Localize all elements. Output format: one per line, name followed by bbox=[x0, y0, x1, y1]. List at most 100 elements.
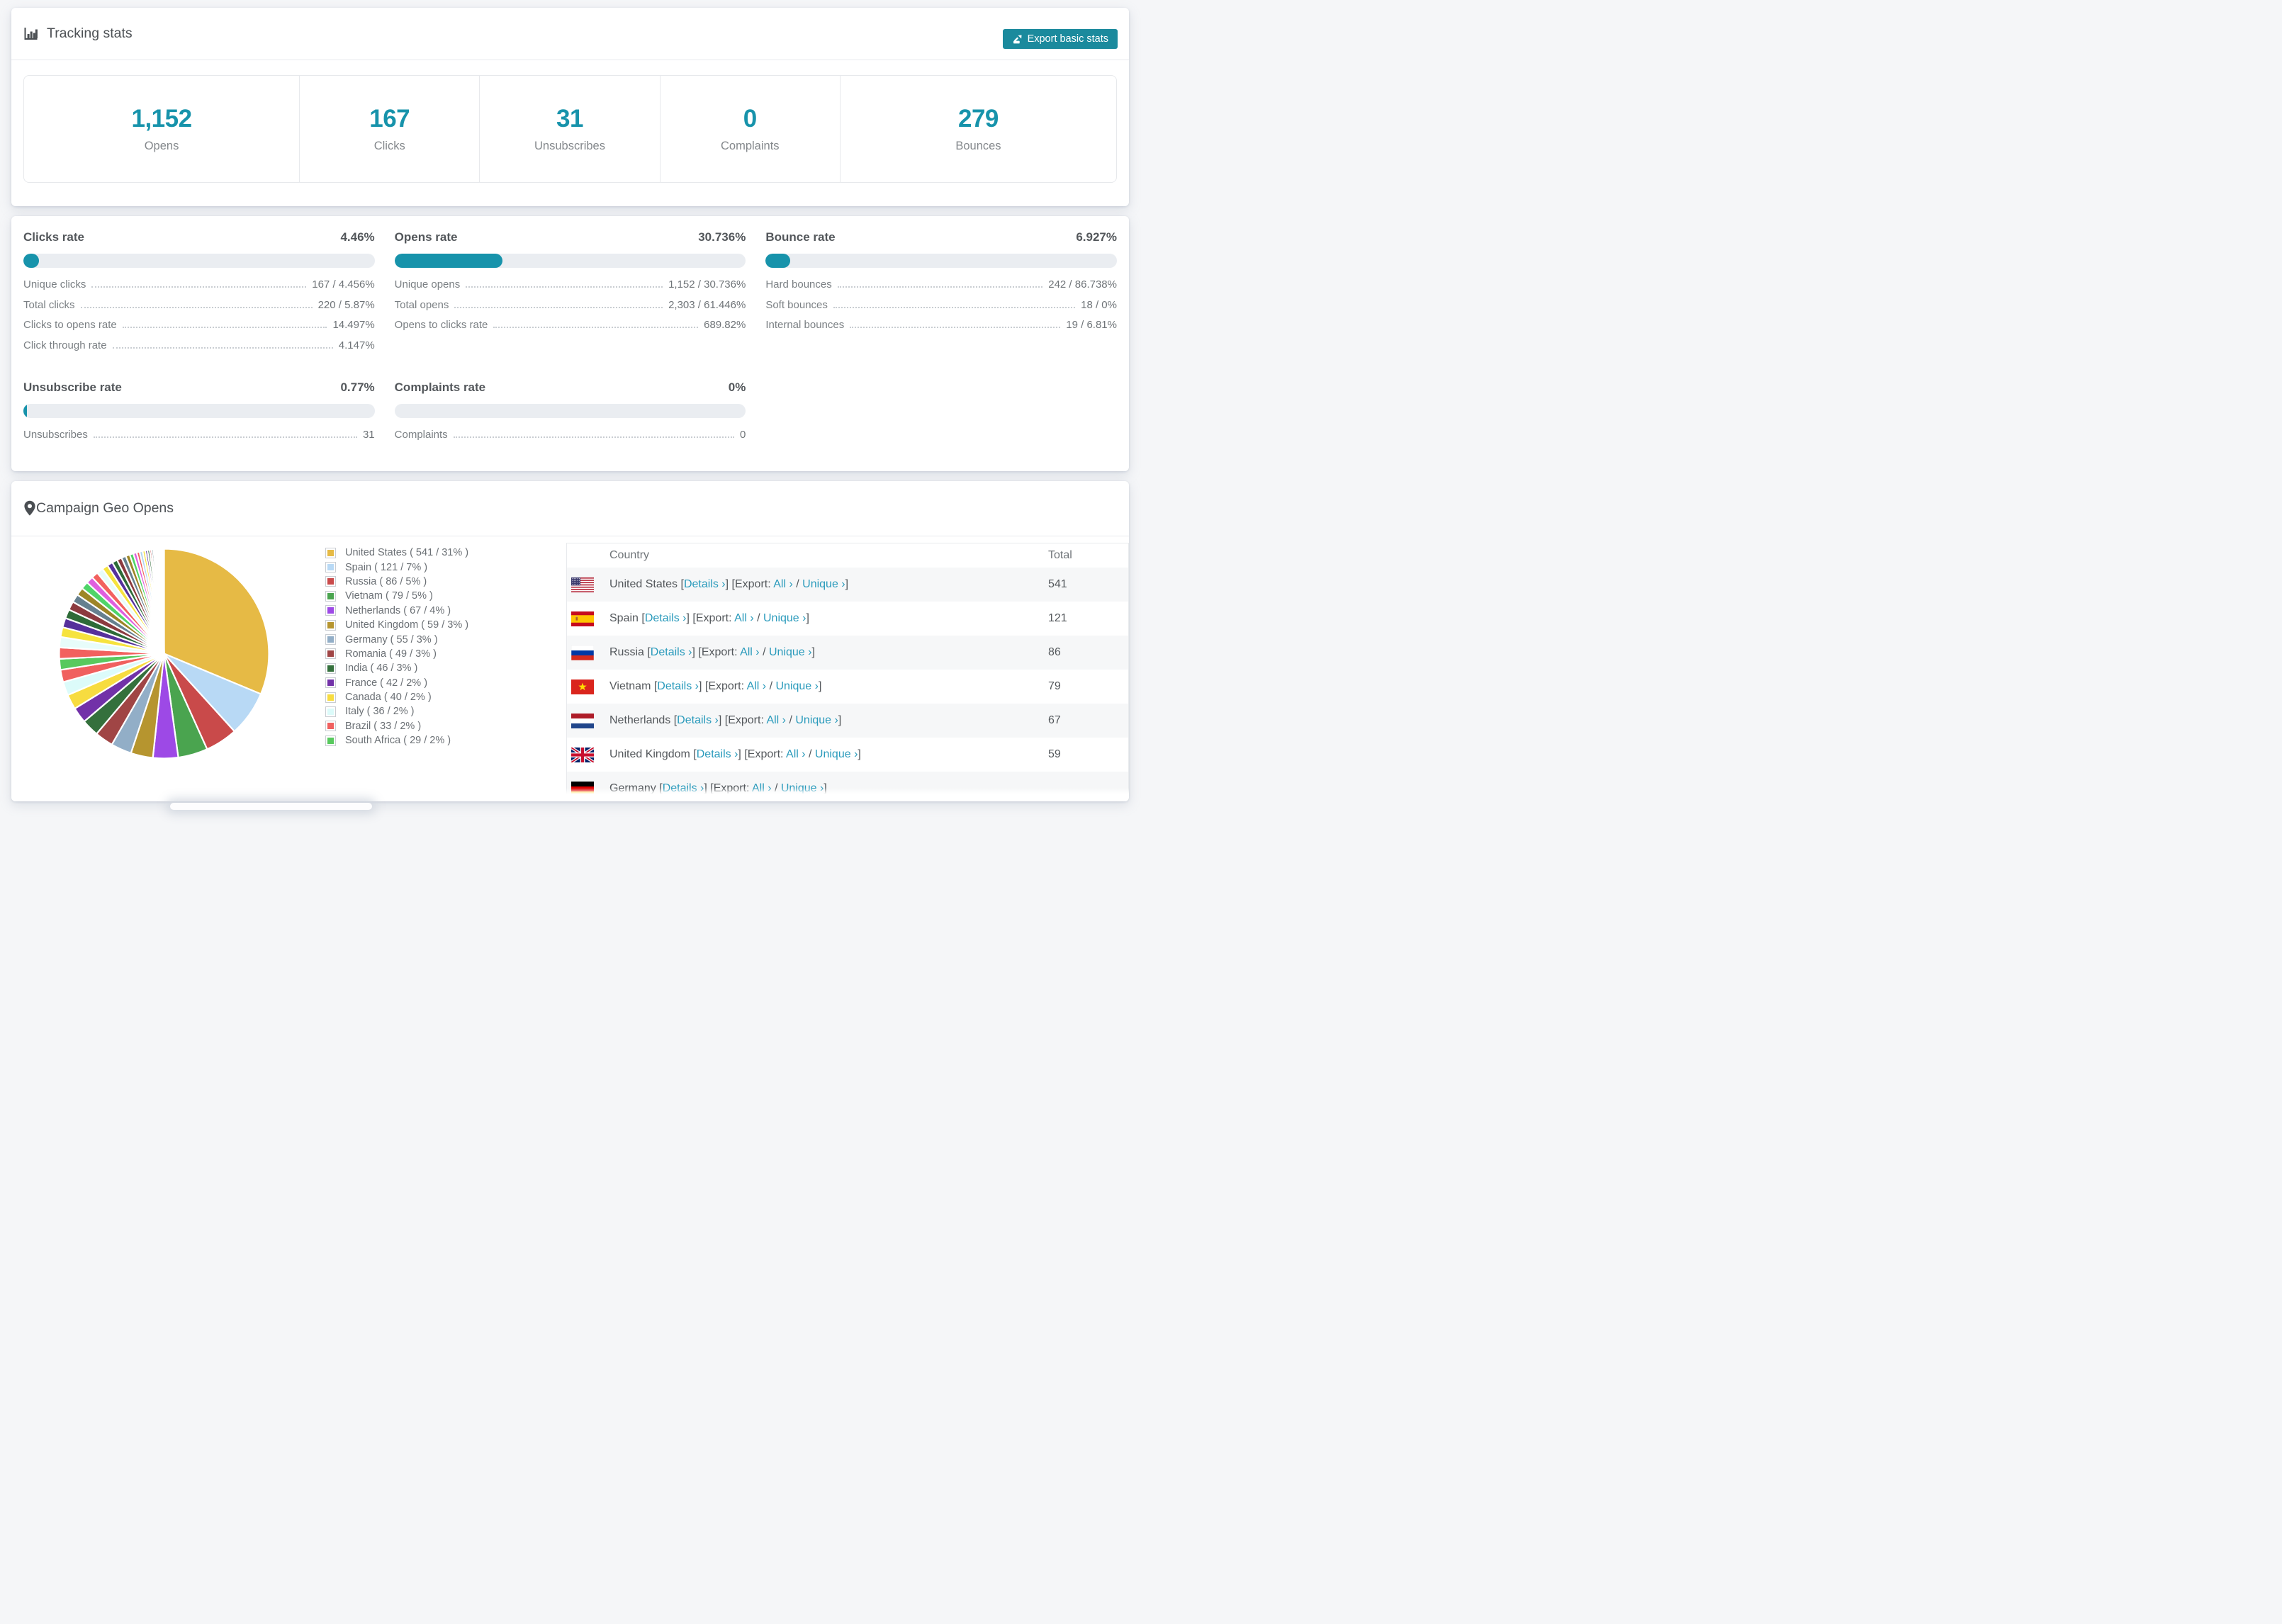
geo-table: Country Total United States [Details ›] [E… bbox=[566, 543, 1129, 801]
stat-label: Bounces bbox=[955, 140, 1001, 152]
details-link[interactable]: Details › bbox=[677, 714, 719, 726]
rate-line-value: 31 bbox=[362, 429, 375, 441]
legend-label: South Africa ( 29 / 2% ) bbox=[345, 735, 451, 747]
export-prefix: Export: bbox=[728, 714, 764, 726]
legend-item-france: France ( 42 / 2% ) bbox=[325, 676, 566, 690]
legend-item-russia: Russia ( 86 / 5% ) bbox=[325, 575, 566, 589]
legend-swatch bbox=[325, 706, 336, 717]
details-link[interactable]: Details › bbox=[651, 646, 692, 658]
rate-block-unsubscribe-rate: Unsubscribe rate 0.77% Unsubscribes 31 bbox=[23, 380, 375, 449]
export-all-link[interactable]: All › bbox=[747, 680, 767, 692]
export-unique-link[interactable]: Unique › bbox=[802, 578, 845, 590]
legend-swatch bbox=[325, 721, 336, 732]
legend-swatch bbox=[325, 634, 336, 645]
legend-swatch bbox=[325, 547, 336, 558]
rate-line-label: Hard bounces bbox=[765, 278, 832, 291]
export-all-link[interactable]: All › bbox=[766, 714, 786, 726]
legend-swatch bbox=[325, 605, 336, 616]
dotted-leader bbox=[837, 286, 1043, 288]
geo-row-vietnam: Vietnam [Details ›] [Export: All › / Uni… bbox=[567, 670, 1128, 704]
rate-line-value: 167 / 4.456% bbox=[312, 278, 375, 291]
rate-title: Unsubscribe rate bbox=[23, 380, 122, 394]
legend-swatch bbox=[325, 692, 336, 703]
stat-label: Unsubscribes bbox=[534, 140, 605, 152]
dotted-leader bbox=[122, 327, 327, 328]
rate-line-label: Unique opens bbox=[394, 278, 461, 291]
country-total: 67 bbox=[1048, 714, 1061, 726]
rate-line-total-clicks: Total clicks 220 / 5.87% bbox=[23, 299, 375, 320]
stat-opens: 1,152 Opens bbox=[24, 76, 300, 182]
rate-title: Clicks rate bbox=[23, 230, 84, 244]
details-link[interactable]: Details › bbox=[645, 612, 687, 624]
country-total: 86 bbox=[1048, 646, 1061, 658]
legend-swatch bbox=[325, 677, 336, 689]
flag-vn-icon bbox=[571, 679, 594, 694]
export-all-link[interactable]: All › bbox=[734, 612, 754, 624]
horizontal-scrollbar-thumb[interactable] bbox=[170, 803, 372, 810]
rate-line-label: Opens to clicks rate bbox=[394, 319, 488, 331]
progress-bar-opens-rate bbox=[394, 254, 746, 268]
export-all-link[interactable]: All › bbox=[773, 578, 793, 590]
rate-line-soft-bounces: Soft bounces 18 / 0% bbox=[765, 299, 1117, 320]
legend-label: India ( 46 / 3% ) bbox=[345, 662, 418, 675]
export-unique-link[interactable]: Unique › bbox=[775, 680, 818, 692]
flag-ru-icon bbox=[571, 645, 594, 660]
rate-block-complaints-rate: Complaints rate 0% Complaints 0 bbox=[394, 380, 746, 449]
details-link[interactable]: Details › bbox=[684, 578, 726, 590]
stat-label: Opens bbox=[144, 140, 179, 152]
rate-line-label: Soft bounces bbox=[765, 298, 828, 311]
legend-item-netherlands: Netherlands ( 67 / 4% ) bbox=[325, 604, 566, 618]
country-name: United States bbox=[609, 578, 678, 590]
rate-line-value: 220 / 5.87% bbox=[317, 298, 375, 311]
export-unique-link[interactable]: Unique › bbox=[769, 646, 811, 658]
legend-swatch bbox=[325, 735, 336, 746]
rate-block-clicks-rate: Clicks rate 4.46% Unique clicks 167 / 4.456… bbox=[23, 230, 375, 359]
geo-row-united-kingdom: United Kingdom [Details ›] [Export: All … bbox=[567, 738, 1128, 772]
flag-us-icon bbox=[571, 577, 594, 592]
details-link[interactable]: Details › bbox=[663, 782, 704, 794]
export-unique-link[interactable]: Unique › bbox=[763, 612, 806, 624]
export-unique-link[interactable]: Unique › bbox=[795, 714, 838, 726]
pie-legend: United States ( 541 / 31% ) Spain ( 121 /… bbox=[325, 546, 566, 748]
bar-chart-icon bbox=[23, 26, 38, 41]
legend-item-canada: Canada ( 40 / 2% ) bbox=[325, 690, 566, 704]
card-title-tracking-stats: Tracking stats bbox=[47, 26, 133, 41]
legend-item-brazil: Brazil ( 33 / 2% ) bbox=[325, 719, 566, 733]
rate-line-label: Clicks to opens rate bbox=[23, 319, 117, 331]
progress-bar-clicks-rate bbox=[23, 254, 375, 268]
rate-line-label: Total clicks bbox=[23, 298, 75, 311]
progress-bar-complaints-rate bbox=[394, 404, 746, 418]
legend-label: Spain ( 121 / 7% ) bbox=[345, 561, 428, 573]
campaign-geo-opens-card: Campaign Geo Opens United States ( 541 /… bbox=[11, 481, 1129, 801]
export-all-link[interactable]: All › bbox=[752, 782, 772, 794]
flag-nl-icon bbox=[571, 713, 594, 728]
rate-title: Bounce rate bbox=[765, 230, 836, 244]
legend-label: Russia ( 86 / 5% ) bbox=[345, 575, 427, 587]
export-all-link[interactable]: All › bbox=[786, 748, 806, 760]
rate-line-unique-opens: Unique opens 1,152 / 30.736% bbox=[395, 278, 746, 299]
details-link[interactable]: Details › bbox=[657, 680, 699, 692]
tracking-stats-header: Tracking stats Export basic stats bbox=[11, 8, 1129, 60]
stat-value: 0 bbox=[743, 105, 757, 132]
country-name: Netherlands bbox=[609, 714, 671, 726]
details-link[interactable]: Details › bbox=[697, 748, 738, 760]
dotted-leader bbox=[454, 306, 663, 308]
legend-label: Netherlands ( 67 / 4% ) bbox=[345, 604, 451, 616]
export-unique-link[interactable]: Unique › bbox=[815, 748, 858, 760]
export-button-label: Export basic stats bbox=[1027, 33, 1108, 45]
export-all-link[interactable]: All › bbox=[740, 646, 760, 658]
export-prefix: Export: bbox=[713, 782, 750, 794]
rate-line-value: 689.82% bbox=[704, 319, 746, 331]
country-total: 79 bbox=[1048, 680, 1061, 692]
rate-line-unique-clicks: Unique clicks 167 / 4.456% bbox=[23, 278, 375, 299]
progress-bar-bounce-rate bbox=[765, 254, 1117, 268]
export-unique-link[interactable]: Unique › bbox=[781, 782, 824, 794]
legend-item-south-africa: South Africa ( 29 / 2% ) bbox=[325, 733, 566, 748]
export-basic-stats-button[interactable]: Export basic stats bbox=[1002, 29, 1118, 49]
rate-line-total-opens: Total opens 2,303 / 61.446% bbox=[395, 299, 746, 320]
stat-clicks: 167 Clicks bbox=[300, 76, 480, 182]
export-icon bbox=[1012, 34, 1023, 45]
dotted-leader bbox=[112, 346, 333, 349]
country-total: 59 bbox=[1048, 748, 1061, 760]
geo-opens-pie-chart bbox=[58, 548, 270, 760]
